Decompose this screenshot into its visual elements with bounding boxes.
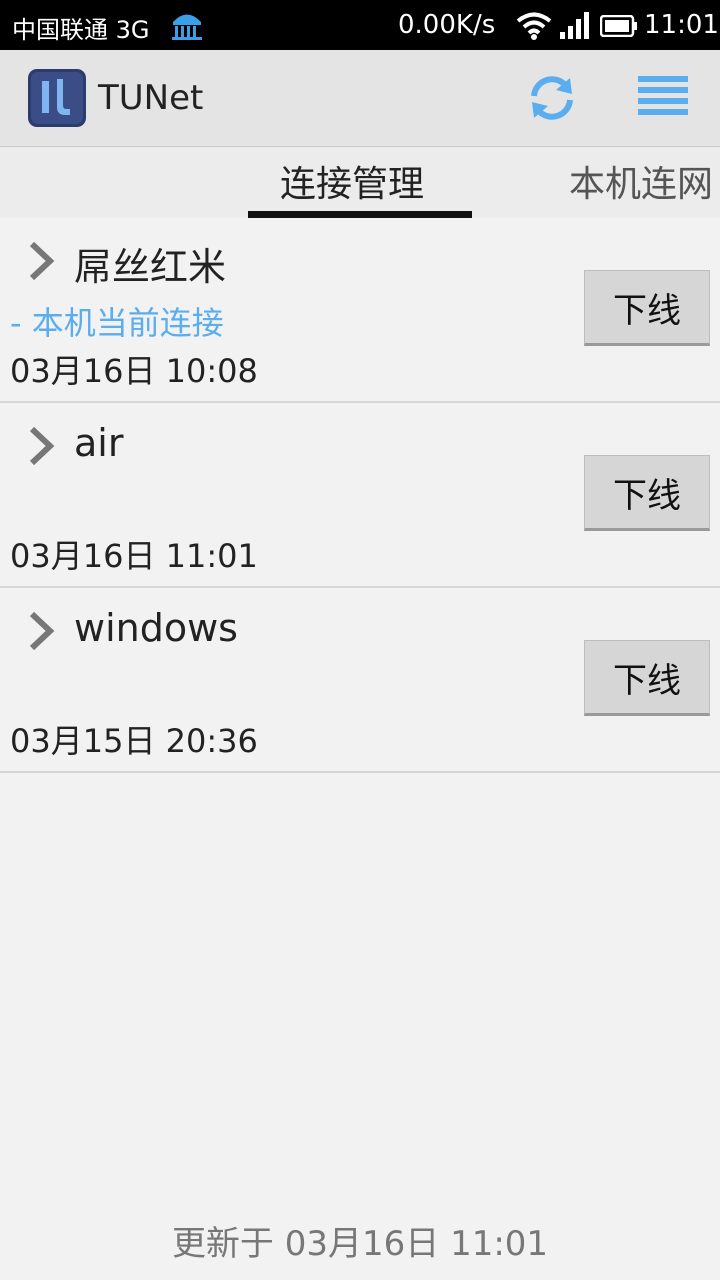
last-updated-label: 更新于 03月16日 11:01: [171, 1224, 549, 1264]
network-speed: 0.00K/s: [398, 10, 496, 40]
tab-indicator: [248, 211, 472, 218]
chevron-right-icon[interactable]: [26, 240, 56, 282]
connection-name: windows: [74, 606, 238, 650]
refresh-icon[interactable]: [526, 72, 578, 124]
list-item[interactable]: windows 03月15日 20:36 下线: [0, 588, 720, 773]
battery-icon: [600, 15, 637, 37]
clock: 11:01: [644, 10, 719, 40]
tab-connection-management[interactable]: 连接管理: [280, 155, 424, 207]
list-item[interactable]: air 03月16日 11:01 下线: [0, 403, 720, 588]
list-item[interactable]: 屌丝红米 - 本机当前连接 03月16日 10:08 下线: [0, 218, 720, 403]
signal-icon: [560, 12, 589, 39]
menu-icon[interactable]: [638, 74, 690, 122]
connection-name: 屌丝红米: [74, 245, 227, 289]
current-connection-label: - 本机当前连接: [10, 304, 224, 342]
university-icon: [172, 14, 202, 40]
connection-time: 03月16日 11:01: [10, 537, 258, 575]
status-bar: 中国联通 3G 0.00K/s 11:01: [0, 0, 720, 50]
app-logo-icon: [28, 69, 86, 127]
wifi-icon: [516, 12, 552, 40]
app-bar: TUNet: [0, 50, 720, 147]
chevron-right-icon[interactable]: [26, 425, 56, 467]
chevron-right-icon[interactable]: [26, 610, 56, 652]
offline-button[interactable]: 下线: [584, 455, 710, 531]
carrier-label: 中国联通 3G: [12, 16, 150, 44]
tab-local-network[interactable]: 本机连网: [569, 155, 713, 207]
app-title: TUNet: [98, 78, 204, 118]
tab-bar: 连接管理 本机连网: [0, 147, 720, 218]
connection-name: air: [74, 421, 124, 465]
connection-time: 03月15日 20:36: [10, 722, 258, 760]
connection-list: 屌丝红米 - 本机当前连接 03月16日 10:08 下线 air 03月16日…: [0, 218, 720, 773]
offline-button[interactable]: 下线: [584, 640, 710, 716]
offline-button[interactable]: 下线: [584, 270, 710, 346]
connection-time: 03月16日 10:08: [10, 352, 258, 390]
